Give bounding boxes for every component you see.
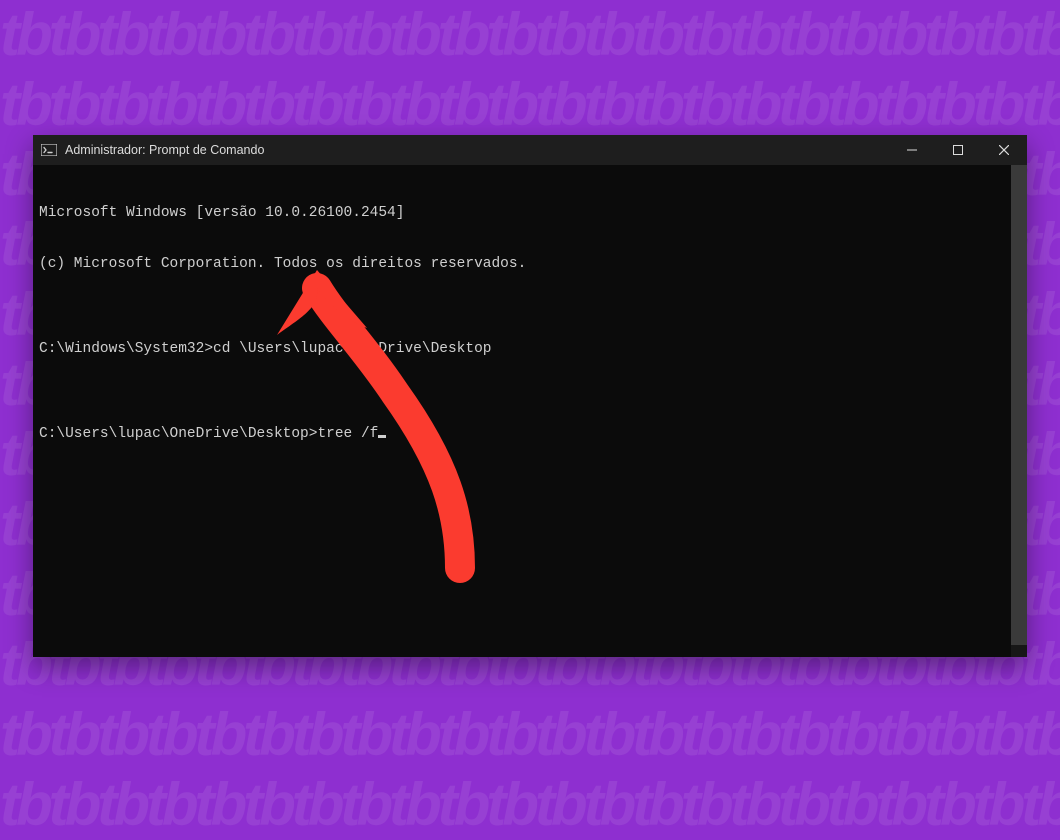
terminal-line-text: C:\Users\lupac\OneDrive\Desktop>tree /f <box>39 426 378 442</box>
terminal-line: (c) Microsoft Corporation. Todos os dire… <box>39 256 1021 273</box>
text-cursor <box>378 435 386 438</box>
close-button[interactable] <box>981 135 1027 165</box>
minimize-button[interactable] <box>889 135 935 165</box>
terminal-current-line: C:\Users\lupac\OneDrive\Desktop>tree /f <box>39 426 1021 443</box>
window-title: Administrador: Prompt de Comando <box>65 143 264 157</box>
cmd-window: Administrador: Prompt de Comando Microso… <box>33 135 1027 657</box>
cmd-icon <box>41 144 57 156</box>
terminal-line: C:\Windows\System32>cd \Users\lupac\OneD… <box>39 341 1021 358</box>
terminal-output[interactable]: Microsoft Windows [versão 10.0.26100.245… <box>33 165 1027 657</box>
titlebar[interactable]: Administrador: Prompt de Comando <box>33 135 1027 165</box>
maximize-button[interactable] <box>935 135 981 165</box>
terminal-line: Microsoft Windows [versão 10.0.26100.245… <box>39 205 1021 222</box>
scrollbar-thumb[interactable] <box>1011 165 1027 645</box>
